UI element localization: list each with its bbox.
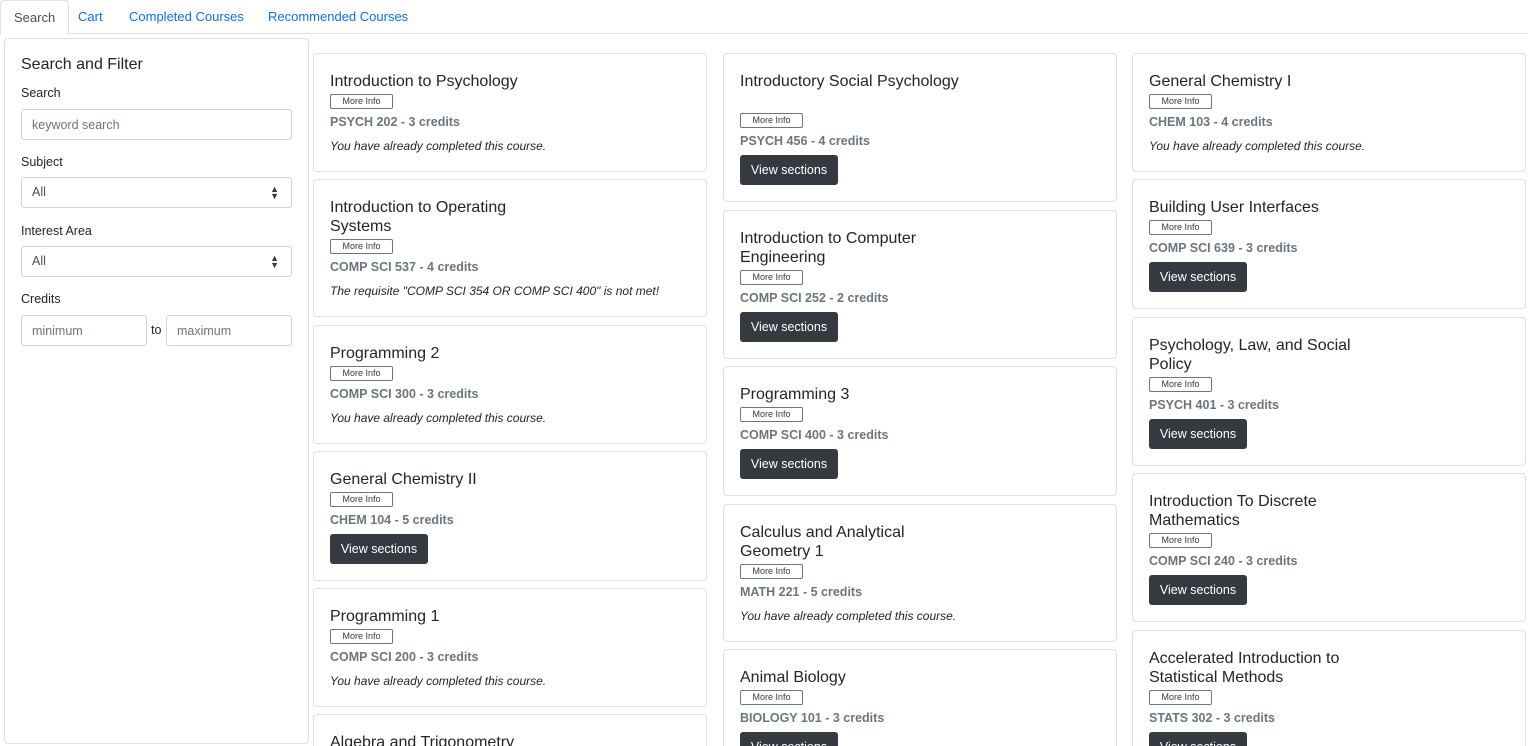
more-info-button[interactable]: More Info bbox=[740, 564, 803, 579]
course-card: Introduction to Operating Systems More I… bbox=[313, 179, 707, 317]
course-card: Accelerated Introduction to Statistical … bbox=[1132, 630, 1526, 746]
more-info-button[interactable]: More Info bbox=[1149, 94, 1212, 109]
view-sections-button[interactable]: View sections bbox=[1149, 732, 1247, 746]
course-card: Programming 2 More Info COMP SCI 300 - 3… bbox=[313, 325, 707, 444]
course-code-credits: CHEM 104 - 5 credits bbox=[330, 513, 454, 527]
course-code-credits: COMP SCI 252 - 2 credits bbox=[740, 291, 889, 305]
course-status-note: The requisite "COMP SCI 354 OR COMP SCI … bbox=[330, 284, 660, 298]
course-code-credits: COMP SCI 300 - 3 credits bbox=[330, 387, 479, 401]
course-title: Accelerated Introduction to Statistical … bbox=[1149, 650, 1340, 686]
course-code-credits: PSYCH 401 - 3 credits bbox=[1149, 398, 1279, 412]
course-title: General Chemistry II bbox=[330, 471, 477, 488]
filter-title: Search and Filter bbox=[21, 56, 143, 73]
interest-area-label: Interest Area bbox=[21, 224, 92, 238]
more-info-button[interactable]: More Info bbox=[1149, 690, 1212, 705]
course-card: General Chemistry II More Info CHEM 104 … bbox=[313, 451, 707, 581]
course-card: Programming 3 More Info COMP SCI 400 - 3… bbox=[723, 366, 1117, 496]
tab-completed-courses[interactable]: Completed Courses bbox=[116, 0, 257, 34]
course-title: Introduction to Operating Systems bbox=[330, 199, 507, 235]
interest-area-select[interactable]: All ▲ ▼ bbox=[21, 246, 292, 277]
course-status-note: You have already completed this course. bbox=[330, 139, 547, 153]
more-info-button[interactable]: More Info bbox=[330, 94, 393, 109]
more-info-button[interactable]: More Info bbox=[330, 629, 393, 644]
interest-area-select-value: All bbox=[32, 254, 46, 268]
more-info-button[interactable]: More Info bbox=[740, 113, 803, 128]
view-sections-button[interactable]: View sections bbox=[1149, 262, 1247, 292]
select-arrows-icon: ▲ ▼ bbox=[270, 253, 279, 270]
subject-select-value: All bbox=[32, 185, 46, 199]
more-info-button[interactable]: More Info bbox=[1149, 533, 1212, 548]
course-code-credits: COMP SCI 240 - 3 credits bbox=[1149, 554, 1298, 568]
course-status-note: You have already completed this course. bbox=[740, 609, 957, 623]
more-info-button[interactable]: More Info bbox=[740, 407, 803, 422]
view-sections-button[interactable]: View sections bbox=[740, 732, 838, 746]
tab-search[interactable]: Search bbox=[0, 0, 70, 35]
course-card: Programming 1 More Info COMP SCI 200 - 3… bbox=[313, 588, 707, 707]
course-card: Animal Biology More Info BIOLOGY 101 - 3… bbox=[723, 649, 1117, 746]
credits-label: Credits bbox=[21, 292, 61, 306]
more-info-button[interactable]: More Info bbox=[740, 690, 803, 705]
credits-to-label: to bbox=[151, 323, 162, 337]
more-info-button[interactable]: More Info bbox=[1149, 377, 1212, 392]
course-title: Animal Biology bbox=[740, 669, 846, 686]
credits-maximum-input[interactable] bbox=[166, 315, 292, 346]
course-title: Introduction to Psychology bbox=[330, 73, 518, 90]
more-info-button[interactable]: More Info bbox=[330, 492, 393, 507]
course-code-credits: COMP SCI 200 - 3 credits bbox=[330, 650, 479, 664]
more-info-button[interactable]: More Info bbox=[330, 239, 393, 254]
course-code-credits: BIOLOGY 101 - 3 credits bbox=[740, 711, 885, 725]
search-label: Search bbox=[21, 86, 61, 100]
view-sections-button[interactable]: View sections bbox=[1149, 575, 1247, 605]
course-card: Algebra and Trigonometry bbox=[313, 714, 707, 746]
course-code-credits: COMP SCI 400 - 3 credits bbox=[740, 428, 889, 442]
tab-bar: Search Cart Completed Courses Recommende… bbox=[0, 0, 1528, 35]
course-status-note: You have already completed this course. bbox=[330, 411, 547, 425]
course-title: Calculus and Analytical Geometry 1 bbox=[740, 524, 905, 560]
course-code-credits: COMP SCI 639 - 3 credits bbox=[1149, 241, 1298, 255]
course-card: Introductory Social Psychology More Info… bbox=[723, 53, 1117, 202]
course-code-credits: PSYCH 456 - 4 credits bbox=[740, 134, 870, 148]
course-card: Introduction to Computer Engineering Mor… bbox=[723, 210, 1117, 359]
subject-label: Subject bbox=[21, 155, 63, 169]
course-title: Algebra and Trigonometry bbox=[330, 734, 515, 746]
course-card: Building User Interfaces More Info COMP … bbox=[1132, 179, 1526, 309]
tab-cart[interactable]: Cart bbox=[65, 0, 116, 34]
course-title: Psychology, Law, and Social Policy bbox=[1149, 337, 1351, 373]
course-title: Introduction to Computer Engineering bbox=[740, 230, 917, 266]
select-arrows-icon: ▲ ▼ bbox=[270, 184, 279, 201]
course-title: Programming 3 bbox=[740, 386, 850, 403]
course-card: Introduction to Psychology More Info PSY… bbox=[313, 53, 707, 172]
course-status-note: You have already completed this course. bbox=[330, 674, 547, 688]
more-info-button[interactable]: More Info bbox=[740, 270, 803, 285]
view-sections-button[interactable]: View sections bbox=[740, 312, 838, 342]
view-sections-button[interactable]: View sections bbox=[740, 155, 838, 185]
more-info-button[interactable]: More Info bbox=[330, 366, 393, 381]
course-card: General Chemistry I More Info CHEM 103 -… bbox=[1132, 53, 1526, 172]
course-card: Calculus and Analytical Geometry 1 More … bbox=[723, 504, 1117, 642]
more-info-button[interactable]: More Info bbox=[1149, 220, 1212, 235]
course-code-credits: MATH 221 - 5 credits bbox=[740, 585, 863, 599]
course-title: Programming 1 bbox=[330, 608, 440, 625]
course-title: Introductory Social Psychology bbox=[740, 73, 959, 90]
course-title: Introduction To Discrete Mathematics bbox=[1149, 493, 1317, 529]
subject-select[interactable]: All ▲ ▼ bbox=[21, 177, 292, 208]
search-filter-panel: Search and Filter Search Subject All ▲▼ … bbox=[4, 38, 309, 744]
course-status-note: You have already completed this course. bbox=[1149, 139, 1366, 153]
course-card: Introduction To Discrete Mathematics Mor… bbox=[1132, 473, 1526, 622]
course-card: Psychology, Law, and Social Policy More … bbox=[1132, 317, 1526, 466]
credits-minimum-input[interactable] bbox=[21, 315, 147, 346]
tab-recommended-courses[interactable]: Recommended Courses bbox=[255, 0, 421, 34]
view-sections-button[interactable]: View sections bbox=[330, 534, 428, 564]
course-title: Programming 2 bbox=[330, 345, 440, 362]
course-code-credits: COMP SCI 537 - 4 credits bbox=[330, 260, 479, 274]
course-title: General Chemistry I bbox=[1149, 73, 1292, 90]
course-code-credits: PSYCH 202 - 3 credits bbox=[330, 115, 460, 129]
course-title: Building User Interfaces bbox=[1149, 199, 1319, 216]
course-code-credits: CHEM 103 - 4 credits bbox=[1149, 115, 1273, 129]
keyword-search-input[interactable] bbox=[21, 109, 292, 140]
course-code-credits: STATS 302 - 3 credits bbox=[1149, 711, 1275, 725]
view-sections-button[interactable]: View sections bbox=[740, 449, 838, 479]
view-sections-button[interactable]: View sections bbox=[1149, 419, 1247, 449]
